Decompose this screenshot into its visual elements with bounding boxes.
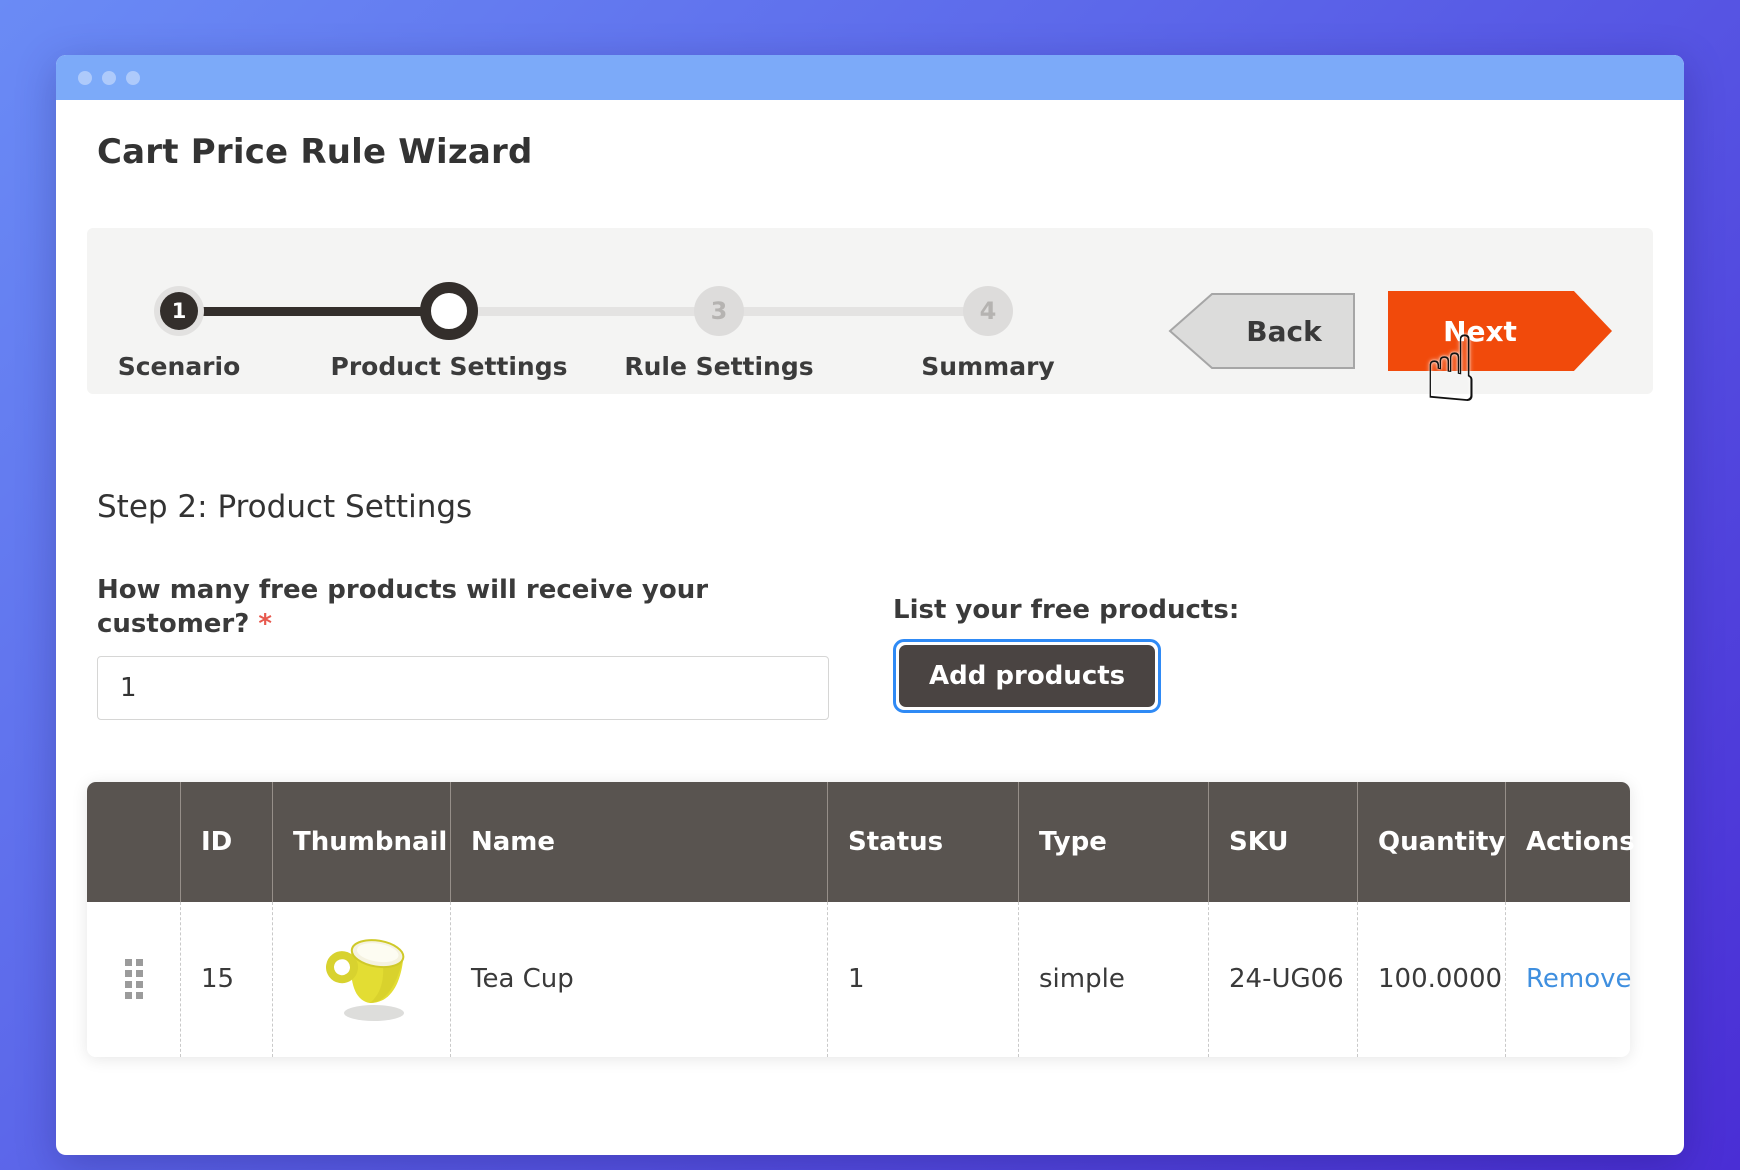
step-product-settings[interactable]: Product Settings [319, 228, 579, 340]
col-drag [87, 782, 180, 902]
window-dot-icon [78, 71, 92, 85]
back-button[interactable]: Back [1168, 291, 1356, 371]
free-products-qty-label: How many free products will receive your… [97, 573, 737, 642]
step-2-circle-active [420, 282, 478, 340]
step-1-label: Scenario [49, 352, 309, 381]
cell-status: 1 [827, 902, 1018, 1057]
col-quantity: Quantity [1357, 782, 1505, 902]
back-button-label: Back [1212, 291, 1356, 371]
col-thumbnail: Thumbnail [272, 782, 450, 902]
cell-id: 15 [180, 902, 272, 1057]
required-asterisk: * [258, 609, 272, 639]
step-3-circle: 3 [694, 286, 744, 336]
tea-cup-image [326, 926, 418, 1026]
col-type: Type [1018, 782, 1208, 902]
app-window: Cart Price Rule Wizard 1 Scenario Produc… [56, 55, 1684, 1155]
window-titlebar [56, 55, 1684, 100]
window-dot-icon [126, 71, 140, 85]
next-button-label: Next [1443, 315, 1517, 348]
col-name: Name [450, 782, 827, 902]
free-products-qty-label-text: How many free products will receive your… [97, 575, 708, 639]
drag-cell [87, 902, 180, 1057]
step-3-label: Rule Settings [589, 352, 849, 381]
section-heading: Step 2: Product Settings [97, 489, 1653, 525]
free-products-qty-input[interactable] [97, 656, 829, 720]
cell-quantity: 100.0000 [1357, 902, 1505, 1057]
window-dot-icon [102, 71, 116, 85]
step-scenario[interactable]: 1 Scenario [49, 228, 309, 336]
col-status: Status [827, 782, 1018, 902]
step-2-label: Product Settings [319, 352, 579, 381]
drag-handle-icon[interactable] [125, 959, 143, 999]
cell-sku: 24-UG06 [1208, 902, 1357, 1057]
table-header-row: ID Thumbnail Name Status Type SKU Quanti… [87, 782, 1630, 902]
cell-type: simple [1018, 902, 1208, 1057]
remove-link[interactable]: Remove [1526, 964, 1632, 994]
table-row: 15 [87, 902, 1630, 1057]
wizard-stepper: 1 Scenario Product Settings 3 Rule Setti… [87, 228, 1653, 394]
step-rule-settings[interactable]: 3 Rule Settings [589, 228, 849, 336]
step-4-label: Summary [858, 352, 1118, 381]
free-products-list-label: List your free products: [893, 595, 1239, 625]
step-summary[interactable]: 4 Summary [858, 228, 1118, 336]
col-sku: SKU [1208, 782, 1357, 902]
cell-name: Tea Cup [450, 902, 827, 1057]
page-title: Cart Price Rule Wizard [97, 132, 1653, 172]
settings-form: How many free products will receive your… [97, 573, 1653, 720]
step-1-number: 1 [160, 292, 198, 330]
col-actions: Actions [1505, 782, 1630, 902]
cell-thumbnail [272, 902, 450, 1057]
add-products-focus-ring: Add products [893, 639, 1161, 713]
next-button[interactable]: Next [1388, 291, 1612, 371]
col-id: ID [180, 782, 272, 902]
add-products-button[interactable]: Add products [899, 645, 1155, 707]
cell-actions: Remove [1505, 902, 1630, 1057]
free-products-table: ID Thumbnail Name Status Type SKU Quanti… [87, 782, 1630, 1057]
step-4-circle: 4 [963, 286, 1013, 336]
step-1-circle: 1 [154, 286, 204, 336]
